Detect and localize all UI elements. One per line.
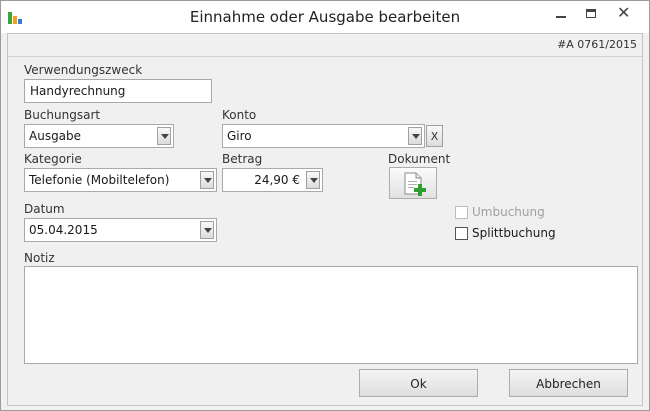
konto-select[interactable]: Giro bbox=[222, 124, 425, 148]
betrag-input[interactable]: 24,90 € bbox=[222, 168, 323, 192]
datum-dropdown-button[interactable] bbox=[200, 221, 214, 239]
buchungsart-label: Buchungsart bbox=[24, 108, 101, 122]
dialog-window: Einnahme oder Ausgabe bearbeiten ✕ #A 07… bbox=[0, 0, 650, 411]
close-icon: ✕ bbox=[617, 3, 631, 22]
ok-button[interactable]: Ok bbox=[359, 369, 478, 397]
minimize-button[interactable] bbox=[547, 3, 575, 23]
chevron-down-icon bbox=[161, 134, 169, 139]
chevron-down-icon bbox=[204, 178, 212, 183]
header-divider bbox=[8, 56, 642, 57]
betrag-dropdown-button[interactable] bbox=[306, 171, 320, 189]
datum-picker[interactable]: 05.04.2015 bbox=[24, 218, 217, 242]
minimize-icon bbox=[556, 16, 566, 18]
datum-label: Datum bbox=[24, 202, 65, 216]
betrag-label: Betrag bbox=[222, 152, 263, 166]
reference-number: #A 0761/2015 bbox=[557, 38, 637, 51]
buchungsart-dropdown-button[interactable] bbox=[157, 127, 171, 145]
title-bar[interactable]: Einnahme oder Ausgabe bearbeiten ✕ bbox=[1, 1, 649, 33]
konto-dropdown-button[interactable] bbox=[408, 127, 422, 145]
maximize-icon bbox=[586, 9, 596, 18]
splittbuchung-checkbox[interactable]: Splittbuchung bbox=[455, 225, 575, 241]
splittbuchung-label: Splittbuchung bbox=[472, 226, 556, 240]
konto-label: Konto bbox=[222, 108, 257, 122]
kategorie-select[interactable]: Telefonie (Mobiltelefon) bbox=[24, 168, 217, 192]
chevron-down-icon bbox=[204, 228, 212, 233]
add-document-icon bbox=[404, 172, 426, 196]
datum-value: 05.04.2015 bbox=[29, 223, 98, 237]
add-document-button[interactable] bbox=[389, 167, 437, 199]
verwendungszweck-label: Verwendungszweck bbox=[24, 63, 143, 77]
close-button[interactable]: ✕ bbox=[609, 3, 641, 23]
kategorie-label: Kategorie bbox=[24, 152, 82, 166]
maximize-button[interactable] bbox=[577, 3, 605, 23]
cancel-button[interactable]: Abbrechen bbox=[509, 369, 628, 397]
konto-value: Giro bbox=[227, 129, 252, 143]
verwendungszweck-input[interactable]: Handyrechnung bbox=[24, 79, 212, 103]
umbuchung-checkbox-box[interactable] bbox=[455, 206, 468, 219]
splittbuchung-checkbox-box[interactable] bbox=[455, 227, 468, 240]
buchungsart-select[interactable]: Ausgabe bbox=[24, 124, 174, 148]
notiz-label: Notiz bbox=[24, 251, 55, 265]
kategorie-value: Telefonie (Mobiltelefon) bbox=[29, 173, 170, 187]
dokument-label: Dokument bbox=[388, 152, 451, 166]
kategorie-dropdown-button[interactable] bbox=[200, 171, 214, 189]
buchungsart-value: Ausgabe bbox=[29, 129, 82, 143]
form-panel: #A 0761/2015 Verwendungszweck Handyrechn… bbox=[7, 33, 643, 406]
konto-clear-button[interactable]: X bbox=[426, 125, 443, 147]
umbuchung-checkbox[interactable]: Umbuchung bbox=[455, 204, 575, 220]
betrag-value: 24,90 € bbox=[254, 173, 300, 187]
umbuchung-label: Umbuchung bbox=[472, 205, 545, 219]
chevron-down-icon bbox=[310, 178, 318, 183]
chevron-down-icon bbox=[412, 134, 420, 139]
notiz-textarea[interactable] bbox=[24, 266, 638, 364]
